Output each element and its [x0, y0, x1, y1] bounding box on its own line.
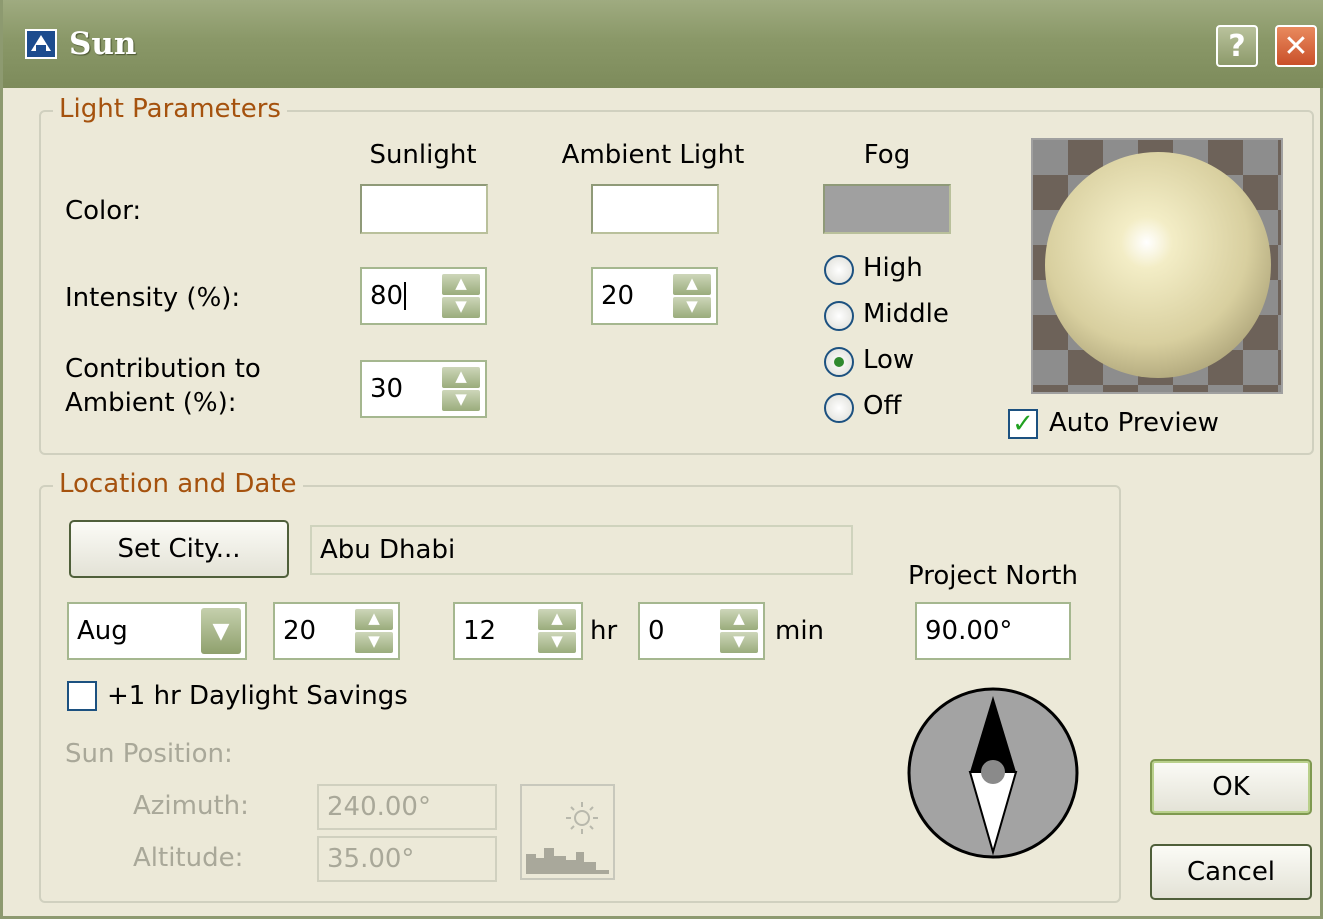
ok-button[interactable]: OK — [1150, 759, 1312, 815]
contribution-spin[interactable]: ▲ ▼ — [441, 366, 481, 412]
daylight-savings-checkbox[interactable] — [67, 681, 97, 711]
city-value: Abu Dhabi — [320, 535, 456, 565]
fog-high-label[interactable]: High — [863, 253, 923, 283]
ambient-column-header: Ambient Light — [561, 140, 745, 170]
spin-up-icon[interactable]: ▲ — [537, 608, 577, 631]
day-stepper[interactable]: 20 ▲ ▼ — [273, 602, 400, 660]
ambient-intensity-stepper[interactable]: 20 ▲ ▼ — [591, 267, 718, 325]
fog-off-label[interactable]: Off — [863, 391, 901, 421]
close-button[interactable]: ✕ — [1275, 25, 1317, 67]
light-preview-image — [1031, 138, 1283, 394]
auto-preview-checkbox[interactable]: ✓ — [1008, 409, 1038, 439]
hour-spin[interactable]: ▲ ▼ — [537, 608, 577, 654]
fog-color-swatch[interactable] — [823, 184, 951, 234]
spin-up-icon[interactable]: ▲ — [441, 273, 481, 296]
day-value[interactable]: 20 — [283, 616, 316, 646]
sun-app-icon — [25, 29, 57, 59]
fog-middle-label[interactable]: Middle — [863, 299, 949, 329]
location-date-legend: Location and Date — [53, 469, 303, 499]
sunlight-color-swatch[interactable] — [360, 184, 488, 234]
spin-down-icon[interactable]: ▼ — [672, 296, 712, 319]
fog-off-radio[interactable] — [824, 393, 854, 423]
contribution-label-line1: Contribution to — [65, 354, 261, 384]
sun-position-label: Sun Position: — [65, 739, 233, 769]
help-button[interactable]: ? — [1216, 25, 1258, 67]
light-parameters-legend: Light Parameters — [53, 94, 287, 124]
azimuth-label: Azimuth: — [133, 791, 249, 821]
altitude-field: 35.00° — [317, 836, 497, 882]
set-city-button[interactable]: Set City... — [69, 520, 289, 578]
contribution-value[interactable]: 30 — [370, 374, 403, 404]
sunlight-intensity-value[interactable]: 80 — [370, 281, 403, 311]
text-caret — [404, 282, 407, 310]
spin-up-icon[interactable]: ▲ — [441, 366, 481, 389]
spin-up-icon[interactable]: ▲ — [354, 608, 394, 631]
spin-down-icon[interactable]: ▼ — [354, 631, 394, 654]
daylight-savings-label[interactable]: +1 hr Daylight Savings — [107, 681, 408, 711]
ambient-color-swatch[interactable] — [591, 184, 719, 234]
intensity-label: Intensity (%): — [65, 283, 241, 313]
project-north-compass-icon[interactable] — [906, 686, 1080, 860]
day-spin[interactable]: ▲ ▼ — [354, 608, 394, 654]
min-label: min — [775, 616, 825, 646]
ambient-intensity-value[interactable]: 20 — [601, 281, 634, 311]
minute-stepper[interactable]: 0 ▲ ▼ — [638, 602, 765, 660]
spin-down-icon[interactable]: ▼ — [719, 631, 759, 654]
spin-down-icon[interactable]: ▼ — [441, 389, 481, 412]
sunlight-column-header: Sunlight — [369, 140, 477, 170]
hr-label: hr — [590, 616, 618, 646]
month-dropdown[interactable]: Aug ▼ — [67, 602, 247, 660]
fog-high-radio[interactable] — [824, 255, 854, 285]
spin-down-icon[interactable]: ▼ — [441, 296, 481, 319]
altitude-value: 35.00° — [327, 844, 415, 874]
fog-low-radio[interactable] — [824, 347, 854, 377]
window-title: Sun — [69, 26, 137, 62]
ambient-intensity-spin[interactable]: ▲ ▼ — [672, 273, 712, 319]
spin-up-icon[interactable]: ▲ — [719, 608, 759, 631]
color-label: Color: — [65, 196, 142, 226]
hour-value[interactable]: 12 — [463, 616, 496, 646]
minute-value[interactable]: 0 — [648, 616, 665, 646]
azimuth-value: 240.00° — [327, 792, 431, 822]
cancel-button[interactable]: Cancel — [1150, 844, 1312, 900]
contribution-stepper[interactable]: 30 ▲ ▼ — [360, 360, 487, 418]
fog-low-label[interactable]: Low — [863, 345, 914, 375]
contribution-label-line2: Ambient (%): — [65, 388, 237, 418]
sunlight-intensity-spin[interactable]: ▲ ▼ — [441, 273, 481, 319]
title-bar[interactable]: Sun ? ✕ — [3, 0, 1323, 88]
sun-dialog: Sun ? ✕ Light Parameters Sunlight Ambien… — [0, 0, 1323, 919]
hour-stepper[interactable]: 12 ▲ ▼ — [453, 602, 583, 660]
altitude-label: Altitude: — [133, 843, 244, 873]
month-value[interactable]: Aug — [77, 616, 128, 646]
auto-preview-label[interactable]: Auto Preview — [1049, 408, 1219, 438]
project-north-field[interactable]: 90.00° — [915, 602, 1071, 660]
preview-sphere — [1045, 152, 1271, 378]
chevron-down-icon[interactable]: ▼ — [201, 608, 241, 654]
fog-middle-radio[interactable] — [824, 301, 854, 331]
spin-up-icon[interactable]: ▲ — [672, 273, 712, 296]
spin-down-icon[interactable]: ▼ — [537, 631, 577, 654]
sun-position-preview-icon — [520, 784, 615, 880]
minute-spin[interactable]: ▲ ▼ — [719, 608, 759, 654]
project-north-value[interactable]: 90.00° — [925, 616, 1012, 646]
project-north-label: Project North — [908, 561, 1078, 591]
fog-column-header: Fog — [863, 140, 911, 170]
azimuth-field: 240.00° — [317, 784, 497, 830]
sunlight-intensity-stepper[interactable]: 80 ▲ ▼ — [360, 267, 487, 325]
city-field: Abu Dhabi — [310, 525, 853, 575]
